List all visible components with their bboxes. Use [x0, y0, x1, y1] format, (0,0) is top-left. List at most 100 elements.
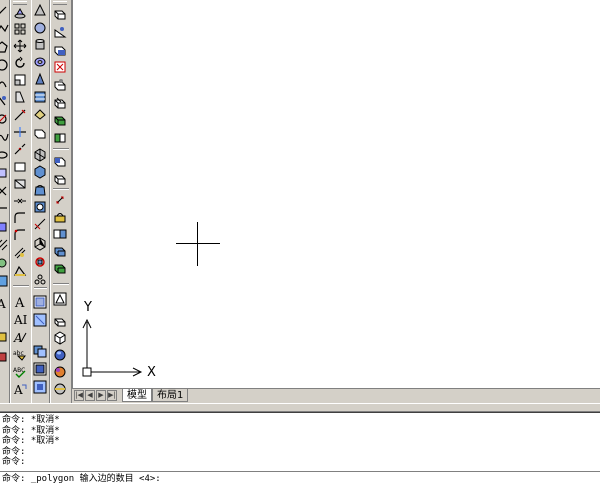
- 3d-cone-icon[interactable]: [53, 60, 67, 74]
- edit-text-icon[interactable]: [0, 350, 9, 364]
- 3d-mesh-icon[interactable]: [53, 154, 67, 168]
- command-history-line: 命令: *取消*: [2, 415, 60, 425]
- point-icon[interactable]: [0, 220, 9, 234]
- extend-icon[interactable]: [13, 125, 27, 139]
- 3d-wedge-icon[interactable]: [53, 25, 67, 39]
- array-icon[interactable]: [13, 263, 27, 277]
- gradient-icon[interactable]: [0, 256, 9, 270]
- insert-block-icon[interactable]: [0, 184, 9, 198]
- delete-faces-icon[interactable]: [33, 362, 47, 376]
- rotate-faces-icon[interactable]: [33, 380, 47, 394]
- move-faces-icon[interactable]: [33, 313, 47, 327]
- section-icon[interactable]: [33, 148, 47, 162]
- circle-icon[interactable]: [0, 94, 9, 108]
- union-icon[interactable]: [33, 237, 47, 251]
- spell-icon[interactable]: ABC: [13, 364, 27, 378]
- fillet-icon[interactable]: [13, 194, 27, 208]
- command-window-splitter[interactable]: [0, 403, 600, 412]
- mtext-icon[interactable]: [0, 330, 9, 344]
- revcloud-icon[interactable]: [0, 112, 9, 126]
- polygon-icon[interactable]: [0, 40, 9, 54]
- extrude-icon[interactable]: [33, 90, 47, 104]
- scale-icon[interactable]: [13, 73, 27, 87]
- toolbar-grip[interactable]: [53, 1, 67, 5]
- command-prompt[interactable]: 命令: _polygon 输入边的数目 <4>:: [2, 473, 161, 485]
- mtext-icon[interactable]: AI: [13, 312, 27, 326]
- 3d-dish-icon[interactable]: [53, 113, 67, 127]
- front-view-icon[interactable]: [53, 331, 67, 345]
- find-text-icon[interactable]: abc: [13, 347, 27, 361]
- text-icon[interactable]: A: [13, 295, 27, 309]
- spline-icon[interactable]: [0, 130, 9, 144]
- intersect-icon[interactable]: [33, 273, 47, 287]
- join-icon[interactable]: [13, 160, 27, 174]
- 3d-pyramid-icon[interactable]: [53, 43, 67, 57]
- cone-icon[interactable]: [33, 72, 47, 86]
- 3d-torus-icon[interactable]: [53, 131, 67, 145]
- chamfer-icon[interactable]: [13, 177, 27, 191]
- rotate-icon[interactable]: [13, 56, 27, 70]
- box-icon[interactable]: [33, 3, 47, 17]
- extrude-faces-icon[interactable]: [33, 295, 47, 309]
- revolved-surface-icon[interactable]: [53, 227, 67, 241]
- revolve-icon[interactable]: [33, 107, 47, 121]
- setup-view-icon[interactable]: [33, 200, 47, 214]
- erase-icon[interactable]: [13, 6, 27, 20]
- copy-icon[interactable]: [13, 22, 27, 36]
- edge-icon[interactable]: [53, 193, 67, 207]
- break-at-point-icon[interactable]: [13, 228, 27, 242]
- ellipse-arc-icon[interactable]: [0, 166, 9, 180]
- scale-text-icon[interactable]: A: [13, 382, 27, 396]
- polyline-icon[interactable]: [0, 22, 9, 36]
- hatch-icon[interactable]: [0, 238, 9, 252]
- sw-iso-icon[interactable]: [53, 348, 67, 362]
- drawing-area[interactable]: Y X: [72, 0, 600, 388]
- sphere-icon[interactable]: [33, 21, 47, 35]
- tab-prev-button[interactable]: ◀: [85, 390, 95, 401]
- 3d-box-icon[interactable]: [53, 7, 67, 21]
- subtract-icon[interactable]: [33, 255, 47, 269]
- offset-icon[interactable]: [13, 246, 27, 260]
- ruled-surface-icon[interactable]: [53, 261, 67, 275]
- edit-text-icon[interactable]: A: [13, 330, 27, 344]
- setup-drawing-icon[interactable]: [33, 183, 47, 197]
- slice-icon[interactable]: [33, 126, 47, 140]
- 3d-sphere-icon[interactable]: [53, 78, 67, 92]
- interference-icon[interactable]: [33, 165, 47, 179]
- tab-model[interactable]: 模型: [122, 389, 152, 402]
- tab-next-button[interactable]: ▶: [96, 390, 106, 401]
- toolbar-separator: [13, 285, 29, 287]
- stretch-icon[interactable]: [13, 90, 27, 104]
- explode-icon[interactable]: [13, 211, 27, 225]
- top-view-icon[interactable]: [53, 314, 67, 328]
- region-icon[interactable]: [0, 274, 9, 288]
- offset-faces-icon[interactable]: [33, 344, 47, 358]
- tab-first-button[interactable]: |◀: [74, 390, 84, 401]
- tab-last-button[interactable]: ▶|: [107, 390, 117, 401]
- 3d-mesh-surface-icon[interactable]: [53, 210, 67, 224]
- torus-icon[interactable]: [33, 55, 47, 69]
- command-window: 命令: *取消* 命令: *取消* 命令: *取消* 命令: 命令: 命令: _…: [0, 412, 600, 487]
- trim-icon[interactable]: [13, 108, 27, 122]
- 3d-face-icon[interactable]: [53, 172, 67, 186]
- materials-icon[interactable]: [53, 382, 67, 396]
- break-icon[interactable]: [13, 142, 27, 156]
- command-input-row[interactable]: 命令: _polygon 输入边的数目 <4>:: [0, 471, 600, 486]
- tab-layout1[interactable]: 布局1: [152, 389, 189, 402]
- move-icon[interactable]: [13, 39, 27, 53]
- make-block-icon[interactable]: [0, 202, 9, 216]
- arc-icon[interactable]: [0, 76, 9, 90]
- toolbar-grip[interactable]: [13, 1, 27, 5]
- named-views-icon[interactable]: [53, 292, 67, 306]
- setup-profile-icon[interactable]: [33, 217, 47, 231]
- rectangle-icon[interactable]: [0, 58, 9, 72]
- ucs-x-label: X: [147, 365, 156, 380]
- line-icon[interactable]: [0, 4, 9, 18]
- table-icon[interactable]: A: [0, 296, 9, 310]
- tabulated-surface-icon[interactable]: [53, 244, 67, 258]
- ellipse-icon[interactable]: [0, 148, 9, 162]
- render-icon[interactable]: [53, 365, 67, 379]
- cylinder-icon[interactable]: [33, 38, 47, 52]
- 3d-dome-icon[interactable]: [53, 96, 67, 110]
- svg-text:A: A: [13, 383, 23, 396]
